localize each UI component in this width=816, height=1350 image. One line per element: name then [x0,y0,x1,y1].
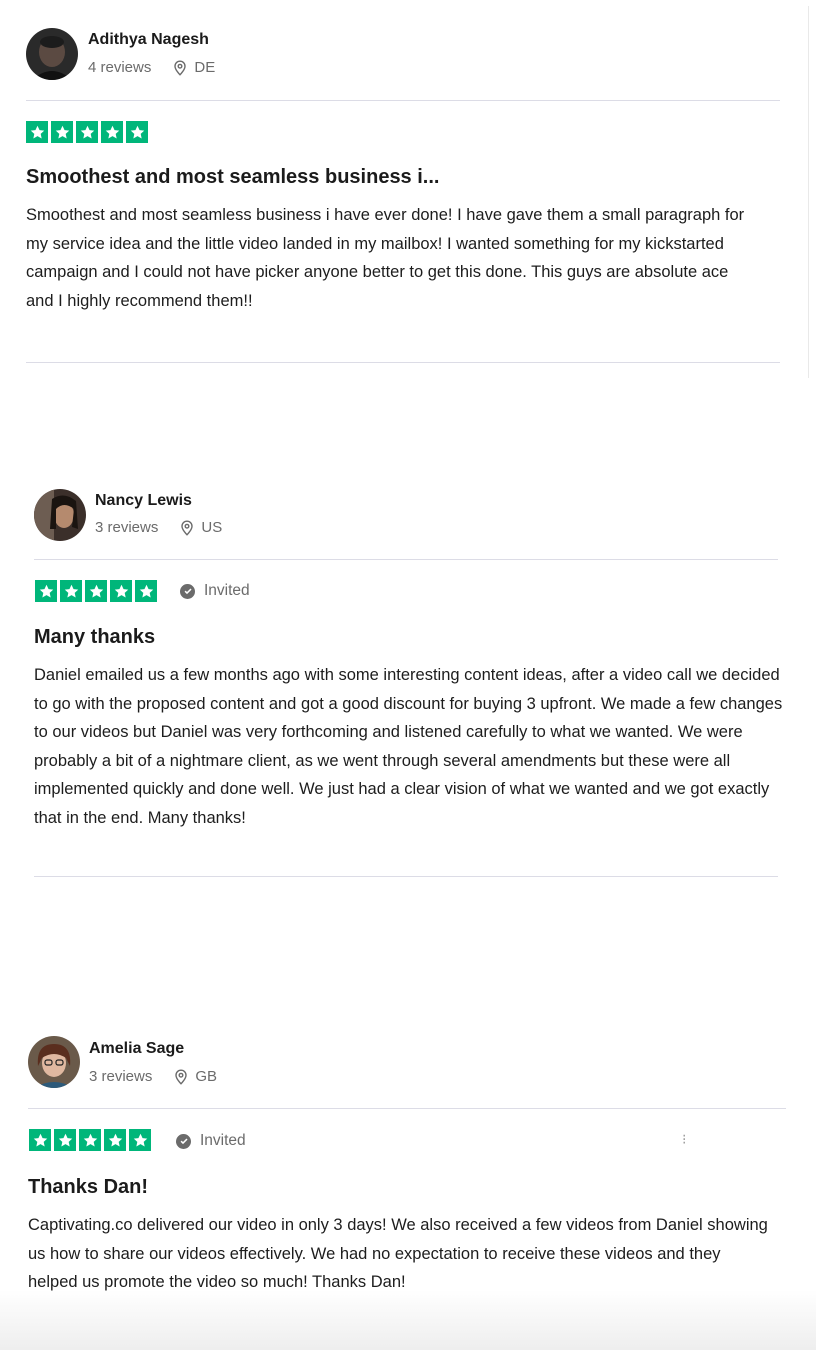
check-circle-icon [176,1133,191,1149]
star-icon [54,1129,76,1151]
star-icon [60,580,82,602]
avatar[interactable] [34,489,86,541]
reviewer-meta: 3 reviews GB [89,1068,217,1085]
star-rating [29,1129,151,1151]
invited-label: Invited [204,582,250,599]
reviewer-country: DE [194,59,216,76]
review-title[interactable]: Many thanks [34,626,155,649]
invited-label: Invited [200,1132,246,1149]
reviewer-country: US [201,519,223,536]
star-rating [26,121,148,143]
review-card: Adithya Nagesh 4 reviews DE Smoothest an… [0,0,808,378]
reviewer-meta: 3 reviews US [95,519,222,536]
reviewer-name[interactable]: Amelia Sage [89,1040,184,1058]
divider [26,100,780,101]
review-body: Daniel emailed us a few months ago with … [34,666,783,827]
check-circle-icon [180,583,195,599]
divider [34,559,778,560]
avatar[interactable] [26,28,78,80]
reviewer-name[interactable]: Nancy Lewis [95,492,192,510]
review-body: Captivating.co delivered our video in on… [28,1216,768,1292]
location-pin-icon [174,1068,188,1085]
invited-badge[interactable]: Invited [176,1132,246,1150]
star-icon [101,121,123,143]
star-icon [26,121,48,143]
star-icon [129,1129,151,1151]
avatar[interactable] [28,1036,80,1088]
star-icon [76,121,98,143]
star-icon [85,580,107,602]
reviewer-name[interactable]: Adithya Nagesh [88,31,209,49]
review-title[interactable]: Thanks Dan! [28,1176,148,1199]
location-pin-icon [180,519,194,536]
review-count: 3 reviews [95,519,159,536]
location-pin-icon [173,59,187,76]
star-rating [35,580,157,602]
review-card: Amelia Sage 3 reviews GB Invited ⁝ Thank… [0,1012,816,1350]
star-icon [29,1129,51,1151]
review-count: 3 reviews [89,1068,153,1085]
star-icon [135,580,157,602]
card-edge [808,6,809,378]
star-icon [110,580,132,602]
review-card: Nancy Lewis 3 reviews US Invited Many th… [6,462,804,890]
review-body: Smoothest and most seamless business i h… [26,206,745,310]
divider [26,362,780,363]
star-icon [51,121,73,143]
divider [28,1108,786,1109]
star-icon [104,1129,126,1151]
divider [34,876,778,877]
star-icon [35,580,57,602]
star-icon [126,121,148,143]
reviewer-meta: 4 reviews DE [88,59,215,76]
star-icon [79,1129,101,1151]
review-count: 4 reviews [88,59,152,76]
reviewer-country: GB [195,1068,218,1085]
review-title[interactable]: Smoothest and most seamless business i..… [26,166,439,189]
invited-badge[interactable]: Invited [180,582,250,600]
more-options-icon[interactable]: ⁝ [682,1131,686,1148]
